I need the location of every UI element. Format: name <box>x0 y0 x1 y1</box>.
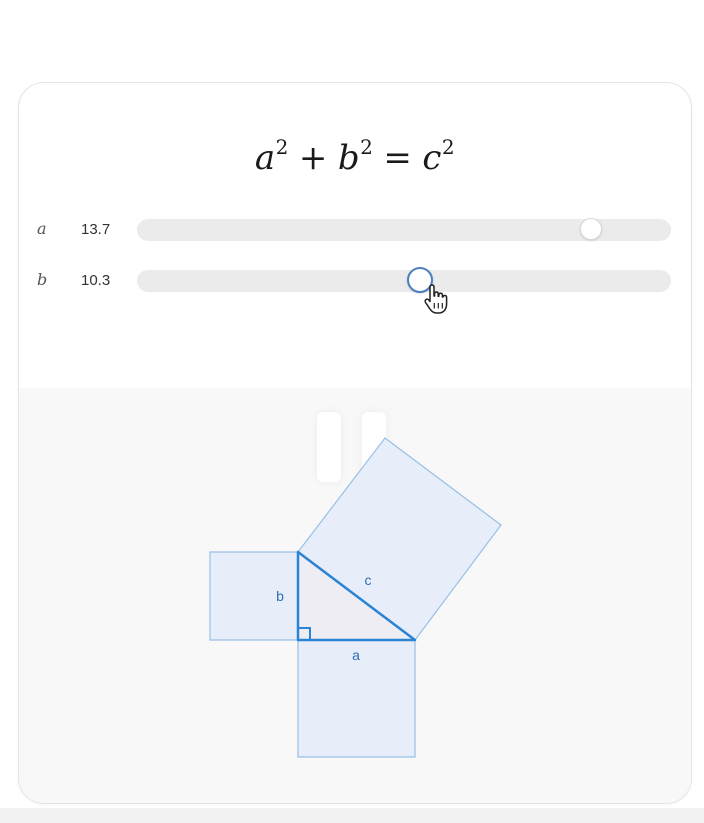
slider-b-label: b <box>37 270 48 289</box>
slider-row-b: b 10.3 <box>19 267 691 295</box>
slider-a-value: 13.7 <box>81 221 111 238</box>
side-c-label: c <box>365 572 372 588</box>
eq-exp-b: 2 <box>360 135 374 159</box>
controls-panel: a2 + b2 = c2 a 13.7 b 10.3 <box>19 83 691 389</box>
side-a-label: a <box>352 647 360 663</box>
hand-pointer-icon <box>424 284 448 314</box>
eq-var-a: a <box>254 138 276 178</box>
eq-exp-a: 2 <box>275 135 289 159</box>
slider-b-value: 10.3 <box>81 272 111 289</box>
equation: a2 + b2 = c2 <box>19 135 691 178</box>
slider-row-a: a 13.7 <box>19 216 691 244</box>
eq-equals: = <box>383 138 413 178</box>
side-b-label: b <box>276 588 284 604</box>
figure-canvas: a b c <box>19 388 691 803</box>
pythagoras-card: a2 + b2 = c2 a 13.7 b 10.3 a b c <box>18 82 692 804</box>
slider-b-track[interactable] <box>137 267 671 293</box>
eq-var-c: c <box>422 138 442 178</box>
eq-exp-c: 2 <box>441 135 456 159</box>
slider-a-thumb[interactable] <box>579 218 602 240</box>
eq-var-b: b <box>337 138 361 178</box>
eq-plus: + <box>298 138 328 178</box>
slider-a-track[interactable] <box>137 218 671 241</box>
square-b <box>209 551 299 641</box>
bottom-strip <box>0 808 704 823</box>
slider-a-label: a <box>37 219 47 238</box>
pythagoras-figure: a b c <box>209 437 502 758</box>
